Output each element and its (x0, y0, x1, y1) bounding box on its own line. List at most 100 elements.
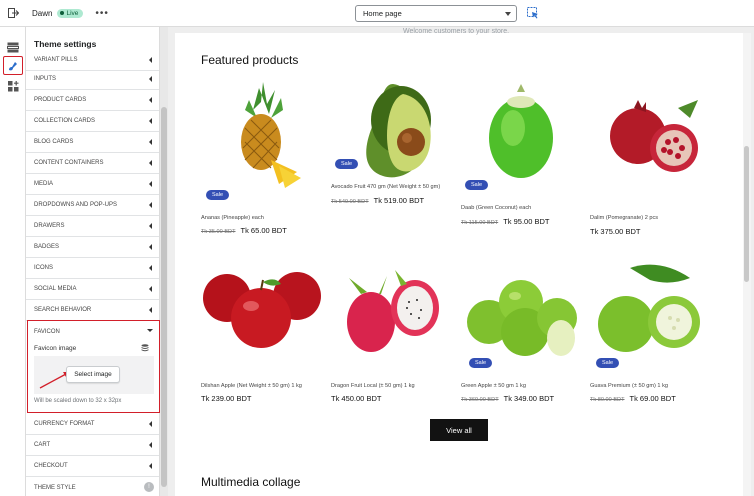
live-badge: Live (57, 8, 84, 18)
product-price: Tk 519.00 BDT (373, 196, 425, 205)
chevron-left-icon (149, 244, 152, 250)
settings-section-label: CURRENCY FORMAT (34, 421, 95, 427)
settings-section-drawers[interactable]: DRAWERS (26, 216, 159, 237)
view-all-button[interactable]: View all (430, 419, 488, 441)
product-price: Tk 349.00 BDT (503, 394, 555, 403)
settings-section-label: VARIANT PILLS (34, 57, 78, 63)
settings-section-icons[interactable]: ICONS (26, 258, 159, 279)
product-image[interactable] (461, 80, 581, 190)
product-price-row: Tk 450.00 BDT (331, 394, 381, 403)
product-price-row: Tk 549.00 BDT Tk 519.00 BDT (331, 196, 424, 205)
compare-at-price: Tk 549.00 BDT (331, 199, 369, 205)
compare-at-price: Tk 115.00 BDT (461, 220, 499, 226)
preview-scrollbar[interactable] (743, 33, 751, 496)
settings-section-media[interactable]: MEDIA (26, 174, 159, 195)
product-price: Tk 95.00 BDT (503, 217, 550, 226)
product-price-row: Tk 375.00 BDT (590, 227, 640, 236)
settings-section-label: SOCIAL MEDIA (34, 286, 77, 292)
theme-settings-icon[interactable] (3, 56, 23, 75)
chevron-left-icon (149, 223, 152, 229)
sections-icon[interactable] (5, 39, 21, 55)
product-name[interactable]: Dilshan Apple (Net Weight ± 50 gm) 1 kg (201, 383, 302, 389)
product-price-row: Tk 80.00 BDT Tk 69.00 BDT (590, 394, 676, 403)
chevron-left-icon (149, 286, 152, 292)
featured-products-title: Featured products (201, 53, 299, 67)
settings-section-dropdowns-and-pop-ups[interactable]: DROPDOWNS AND POP-UPS (26, 195, 159, 216)
product-image[interactable] (201, 80, 321, 190)
settings-section-label: ICONS (34, 265, 54, 271)
chevron-left-icon (149, 118, 152, 124)
settings-section-content-containers[interactable]: CONTENT CONTAINERS (26, 153, 159, 174)
chevron-left-icon (149, 57, 152, 63)
product-price: Tk 450.00 BDT (331, 394, 382, 403)
settings-section-cart[interactable]: CART (26, 435, 159, 456)
chevron-left-icon (149, 463, 152, 469)
settings-section-label: DRAWERS (34, 223, 65, 229)
left-rail (0, 27, 26, 496)
product-price: Tk 375.00 BDT (590, 227, 641, 236)
page-select[interactable]: Home page (355, 5, 517, 22)
sale-badge: Sale (335, 159, 359, 169)
product-price-row: Tk 35.00 BDT Tk 65.00 BDT (201, 226, 287, 235)
apps-icon[interactable] (5, 78, 21, 94)
settings-section-collection-cards[interactable]: COLLECTION CARDS (26, 111, 159, 132)
settings-section-label: DROPDOWNS AND POP-UPS (34, 202, 118, 208)
product-name[interactable]: Daab (Green Coconut) each (461, 205, 531, 211)
compare-at-price: Tk 80.00 BDT (590, 397, 625, 403)
product-image[interactable] (201, 258, 321, 368)
settings-section-search-behavior[interactable]: SEARCH BEHAVIOR (26, 300, 159, 321)
chevron-down-icon (505, 12, 511, 16)
settings-section-label: BLOG CARDS (34, 139, 74, 145)
chevron-left-icon (149, 76, 152, 82)
product-name[interactable]: Guava Premium (± 50 gm) 1 kg (590, 383, 668, 389)
panel-title: Theme settings (34, 39, 97, 49)
product-price: Tk 65.00 BDT (240, 226, 287, 235)
settings-section-label: INPUTS (34, 76, 57, 82)
select-image-button[interactable]: Select image (66, 366, 120, 383)
product-price-row: Tk 115.00 BDT Tk 95.00 BDT (461, 217, 549, 226)
preview-scrollbar-thumb[interactable] (744, 146, 749, 282)
settings-section-label: BADGES (34, 244, 60, 250)
exit-icon[interactable] (0, 0, 26, 27)
multimedia-collage-title: Multimedia collage (201, 475, 301, 489)
chevron-left-icon (149, 421, 152, 427)
product-name[interactable]: Ananas (Pineapple) each (201, 215, 264, 221)
product-image[interactable] (331, 80, 451, 190)
compare-at-price: Tk 369.00 BDT (461, 397, 499, 403)
settings-section-theme-style[interactable]: THEME STYLE! (26, 477, 159, 496)
product-name[interactable]: Green Apple ± 50 gm 1 kg (461, 383, 526, 389)
chevron-left-icon (149, 181, 152, 187)
product-image[interactable] (331, 258, 451, 368)
dynamic-source-icon[interactable] (141, 344, 149, 352)
inspector-icon[interactable] (527, 7, 539, 19)
settings-section-product-cards[interactable]: PRODUCT CARDS (26, 90, 159, 111)
product-name[interactable]: Dragon Fruit Local (± 50 gm) 1 kg (331, 383, 415, 389)
panel-scrollbar[interactable] (160, 27, 168, 496)
product-name[interactable]: Avocado Fruit 470 gm (Net Weight ± 50 gm… (331, 184, 440, 190)
settings-section-label: CONTENT CONTAINERS (34, 160, 104, 166)
chevron-left-icon (149, 307, 152, 313)
product-image[interactable] (461, 258, 581, 368)
favicon-image-label: Favicon image (34, 345, 77, 352)
sale-badge: Sale (596, 358, 620, 368)
settings-section-currency-format[interactable]: CURRENCY FORMAT (26, 414, 159, 435)
settings-section-label: CHECKOUT (34, 463, 68, 469)
settings-section-inputs[interactable]: INPUTS (26, 69, 159, 90)
settings-section-blog-cards[interactable]: BLOG CARDS (26, 132, 159, 153)
product-name[interactable]: Dalim (Pomegranate) 2 pcs (590, 215, 658, 221)
settings-section-badges[interactable]: BADGES (26, 237, 159, 258)
settings-section-checkout[interactable]: CHECKOUT (26, 456, 159, 477)
sale-badge: Sale (206, 190, 230, 200)
settings-section-variant-pills[interactable]: VARIANT PILLS (26, 50, 159, 71)
more-actions-button[interactable]: ••• (95, 8, 109, 19)
settings-section-label: MEDIA (34, 181, 54, 187)
product-image[interactable] (590, 80, 710, 190)
live-dot-icon (60, 11, 65, 15)
product-image[interactable] (590, 258, 710, 368)
welcome-text: Welcome customers to your store. (403, 28, 510, 35)
chevron-left-icon (149, 97, 152, 103)
chevron-left-icon (149, 265, 152, 271)
panel-scrollbar-thumb[interactable] (161, 107, 167, 487)
settings-section-social-media[interactable]: SOCIAL MEDIA (26, 279, 159, 300)
chevron-left-icon (149, 139, 152, 145)
